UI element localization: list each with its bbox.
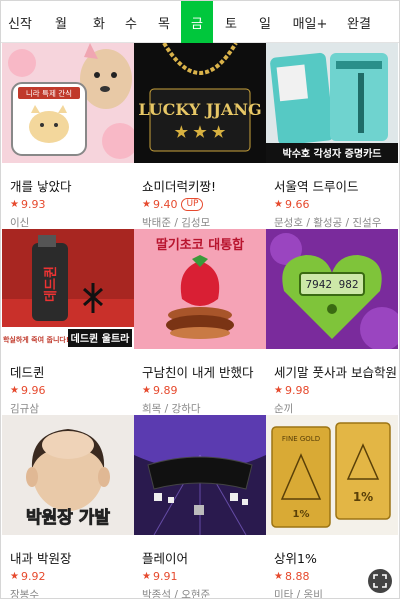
thumb-label: FINE GOLD — [282, 435, 320, 443]
rating-value: 9.40 — [152, 198, 178, 211]
weekday-tab-bar: 신작 월 화 수 목 금 토 일 매일+ 완결 — [1, 1, 399, 43]
rating-value: 9.91 — [152, 570, 178, 583]
rating: ★ 9.93 — [10, 198, 134, 211]
webtoon-title[interactable]: 개를 낳았다 — [10, 176, 134, 195]
expand-arrows-icon[interactable] — [368, 569, 392, 593]
tab-tue[interactable]: 화 — [83, 1, 115, 43]
thumbnail[interactable]: 딸기초코 대통합 — [134, 229, 266, 349]
webtoon-title[interactable]: 서울역 드루이드 — [274, 176, 398, 195]
thumbnail[interactable]: LUCKY JJANG ★ ★ ★ — [134, 43, 266, 163]
thumbnail[interactable]: 박원장 가발 — [2, 415, 134, 535]
thumb-sublabel: 1% — [293, 509, 310, 520]
star-icon: ★ — [10, 571, 19, 582]
star-icon: ★ — [142, 385, 151, 396]
webtoon-card[interactable]: 박원장 가발 내과 박원장 ★ 9.92 장봉수 — [2, 415, 134, 599]
star-icon: ★ — [10, 385, 19, 396]
author: 박태준 / 김성모 — [142, 217, 211, 229]
svg-text:★ ★ ★: ★ ★ ★ — [175, 123, 226, 141]
rating: ★ 9.91 — [142, 570, 266, 583]
rating: ★ 9.40 UP — [142, 198, 266, 211]
star-icon: ★ — [142, 199, 151, 210]
star-icon: ★ — [274, 571, 283, 582]
star-icon: ★ — [274, 199, 283, 210]
webtoon-title[interactable]: 내과 박원장 — [10, 548, 134, 567]
webtoon-card[interactable]: 데드퀸 학실하게 죽여 줍니다! 데드퀸 울트라 데드퀸 ★ 9.96 김규삼 — [2, 229, 134, 415]
thumbnail[interactable]: 박수호 각성자 증명카드 — [266, 43, 398, 163]
tab-new[interactable]: 신작 — [1, 1, 39, 43]
rating: ★ 9.96 — [10, 384, 134, 397]
author: 김규삼 — [10, 403, 39, 415]
rating: ★ 9.89 — [142, 384, 266, 397]
webtoon-title[interactable]: 플레이어 — [142, 548, 266, 567]
webtoon-title[interactable]: 상위1% — [274, 548, 398, 567]
thumb-label: 딸기초코 대통합 — [156, 237, 244, 253]
webtoon-card[interactable]: 플레이어 ★ 9.91 박종석 / 오현준 — [134, 415, 266, 599]
author: 문성호 / 활성공 / 진설우 — [274, 217, 382, 229]
thumb-label: 데드퀸 울트라 — [71, 332, 130, 345]
tab-wed[interactable]: 수 — [115, 1, 147, 43]
author: 박종석 / 오현준 — [142, 589, 211, 599]
svg-text:1%: 1% — [353, 490, 373, 504]
tab-completed[interactable]: 완결 — [339, 1, 379, 43]
webtoon-list-screen: 신작 월 화 수 목 금 토 일 매일+ 완결 니라 특제 간식 개를 낳았다 … — [0, 0, 400, 599]
webtoon-card[interactable]: 딸기초코 대통합 구남친이 내게 반했다 ★ 9.89 희목 / 강하다 — [134, 229, 266, 415]
rating: ★ 9.98 — [274, 384, 398, 397]
author: 순끼 — [274, 403, 294, 415]
rating-value: 9.89 — [152, 384, 178, 397]
tab-thu[interactable]: 목 — [147, 1, 181, 43]
rating: ★ 9.66 — [274, 198, 398, 211]
webtoon-card[interactable]: 니라 특제 간식 개를 낳았다 ★ 9.93 이신 — [2, 43, 134, 229]
thumbnail[interactable]: 7942 982 — [266, 229, 398, 349]
thumb-label: 박원장 가발 — [26, 508, 110, 528]
rating-value: 9.93 — [20, 198, 46, 211]
rating-value: 9.92 — [20, 570, 46, 583]
tab-sun[interactable]: 일 — [249, 1, 281, 43]
thumbnail[interactable]: 니라 특제 간식 — [2, 43, 134, 163]
star-icon: ★ — [142, 571, 151, 582]
thumb-label: 박수호 각성자 증명카드 — [283, 147, 382, 160]
thumb-sublabel: 학실하게 죽여 줍니다! — [3, 335, 69, 344]
star-icon: ★ — [10, 199, 19, 210]
author: 희목 / 강하다 — [142, 403, 201, 415]
thumb-label: 7942 982 — [306, 278, 359, 291]
thumbnail[interactable] — [134, 415, 266, 535]
webtoon-card[interactable]: 박수호 각성자 증명카드 서울역 드루이드 ★ 9.66 문성호 / 활성공 / … — [266, 43, 398, 229]
author: 이신 — [10, 217, 30, 229]
tab-daily-plus[interactable]: 매일+ — [281, 1, 339, 43]
rating-value: 9.98 — [284, 384, 310, 397]
author: 장봉수 — [10, 589, 39, 599]
rating-value: 8.88 — [284, 570, 310, 583]
webtoon-title[interactable]: 쇼미더럭키짱! — [142, 176, 266, 195]
rating-value: 9.96 — [20, 384, 46, 397]
webtoon-title[interactable]: 구남친이 내게 반했다 — [142, 362, 266, 381]
thumb-label: LUCKY JJANG — [138, 100, 261, 119]
rating: ★ 9.92 — [10, 570, 134, 583]
up-badge: UP — [181, 198, 204, 211]
tab-sat[interactable]: 토 — [213, 1, 249, 43]
webtoon-title[interactable]: 세기말 풋사과 보습학원 — [274, 362, 398, 381]
webtoon-card[interactable]: LUCKY JJANG ★ ★ ★ 쇼미더럭키짱! ★ 9.40 UP 박태준 / … — [134, 43, 266, 229]
rating-value: 9.66 — [284, 198, 310, 211]
star-icon: ★ — [274, 385, 283, 396]
tab-mon[interactable]: 월 — [39, 1, 83, 43]
svg-text:데드퀸: 데드퀸 — [44, 266, 59, 302]
webtoon-card[interactable]: 7942 982 세기말 풋사과 보습학원 ★ 9.98 순끼 — [266, 229, 398, 415]
tab-fri[interactable]: 금 — [181, 1, 213, 43]
thumbnail[interactable]: FINE GOLD 1% 1% — [266, 415, 398, 535]
thumb-label: 니라 특제 간식 — [26, 88, 72, 98]
thumbnail[interactable]: 데드퀸 학실하게 죽여 줍니다! 데드퀸 울트라 — [2, 229, 134, 349]
webtoon-title[interactable]: 데드퀸 — [10, 362, 134, 381]
